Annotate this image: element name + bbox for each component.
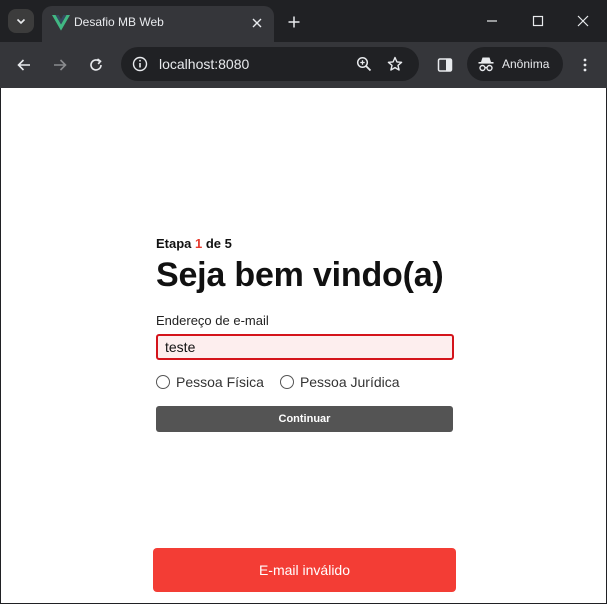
side-panel-button[interactable] <box>431 51 459 79</box>
email-field[interactable] <box>156 334 454 360</box>
error-toast: E-mail inválido <box>153 548 456 592</box>
info-icon <box>132 56 148 72</box>
tab-title: Desafio MB Web <box>74 15 164 29</box>
minimize-button[interactable] <box>477 8 507 34</box>
tab-strip: Desafio MB Web <box>0 0 607 42</box>
radio-pessoa-juridica[interactable]: Pessoa Jurídica <box>279 374 400 390</box>
star-icon <box>387 56 403 71</box>
close-icon <box>577 15 589 27</box>
close-icon <box>252 18 262 28</box>
signup-form: Etapa 1 de 5 Seja bem vindo(a) Endereço … <box>156 236 456 432</box>
incognito-icon <box>478 57 494 72</box>
radio-label: Pessoa Física <box>176 374 264 390</box>
back-button[interactable] <box>10 51 38 79</box>
page-title: Seja bem vindo(a) <box>156 256 444 294</box>
radio-button[interactable] <box>156 375 170 389</box>
vue-logo-icon <box>52 15 70 31</box>
reload-button[interactable] <box>82 51 110 79</box>
forward-button[interactable] <box>46 51 74 79</box>
arrow-right-icon <box>54 59 67 71</box>
more-vertical-icon <box>583 58 587 72</box>
bookmark-button[interactable] <box>384 53 406 75</box>
close-window-button[interactable] <box>568 8 598 34</box>
browser-toolbar: localhost:8080 Anônima <box>0 42 607 88</box>
minimize-icon <box>487 20 497 22</box>
radio-pessoa-fisica[interactable]: Pessoa Física <box>156 374 264 390</box>
plus-icon <box>288 16 300 28</box>
incognito-profile-button[interactable]: Anônima <box>467 47 563 81</box>
email-label: Endereço de e-mail <box>156 313 269 328</box>
maximize-icon <box>532 15 544 27</box>
site-info-button[interactable] <box>129 53 151 75</box>
step-indicator: Etapa 1 de 5 <box>156 236 456 254</box>
tab-close-button[interactable] <box>248 14 266 32</box>
side-panel-icon <box>437 58 453 72</box>
incognito-label: Anônima <box>502 57 550 71</box>
radio-button[interactable] <box>279 375 294 389</box>
zoom-button[interactable] <box>353 53 375 75</box>
continue-button[interactable]: Continuar <box>156 406 453 432</box>
radio-label: Pessoa Jurídica <box>299 374 400 390</box>
url-text: localhost:8080 <box>159 56 250 72</box>
browser-menu-button[interactable] <box>571 51 599 79</box>
new-tab-button[interactable] <box>283 11 305 33</box>
step-prefix: Etapa <box>156 236 196 251</box>
step-suffix: de 5 <box>202 236 232 251</box>
address-bar[interactable]: localhost:8080 <box>121 47 419 81</box>
zoom-in-icon <box>356 56 372 72</box>
active-tab[interactable]: Desafio MB Web <box>42 6 274 42</box>
chevron-down-icon <box>16 18 26 25</box>
reload-icon <box>90 58 102 71</box>
arrow-left-icon <box>17 59 30 71</box>
tab-search-button[interactable] <box>8 9 34 33</box>
page-viewport: Etapa 1 de 5 Seja bem vindo(a) Endereço … <box>1 88 606 603</box>
maximize-button[interactable] <box>523 8 553 34</box>
person-type-group: Pessoa Física Pessoa Jurídica <box>156 372 456 392</box>
